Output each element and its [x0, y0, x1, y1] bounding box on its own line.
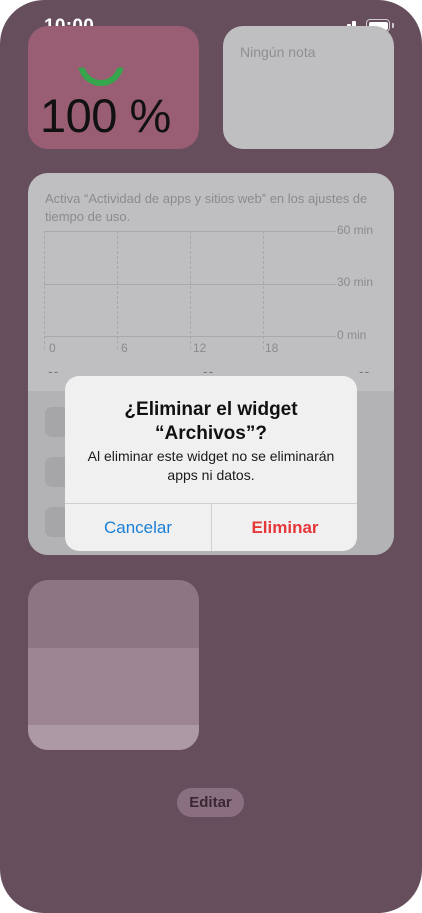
grid-line-vertical: [117, 231, 118, 349]
phone-frame: 10:00 100 % Ningún nota Activa “Activida…: [0, 0, 422, 913]
y-axis-label: 60 min: [337, 223, 374, 237]
delete-button[interactable]: Eliminar: [212, 504, 357, 551]
widget-band: [28, 725, 199, 750]
files-widget[interactable]: [28, 580, 199, 750]
y-axis-label: 30 min: [337, 275, 374, 289]
placeholder-value: --: [48, 363, 60, 379]
widget-band: [28, 648, 199, 725]
home-screen: 10:00 100 % Ningún nota Activa “Activida…: [0, 0, 422, 913]
alert-title: ¿Eliminar el widget “Archivos”?: [124, 399, 298, 444]
y-axis-label: 0 min: [337, 328, 367, 342]
battery-percent: 100 %: [40, 89, 171, 142]
grid-line-vertical: [44, 231, 45, 349]
edit-button[interactable]: Editar: [177, 788, 244, 817]
note-widget[interactable]: Ningún nota: [223, 26, 394, 149]
battery-widget[interactable]: 100 %: [28, 26, 199, 149]
screen-time-chart: 60 min 30 min 0 min 0 6 12 18: [44, 223, 390, 356]
note-text: Ningún nota: [240, 44, 316, 60]
alert-message: Al eliminar este widget no se eliminarán…: [87, 448, 335, 483]
grid-line-vertical: [190, 231, 191, 349]
cancel-button[interactable]: Cancelar: [65, 504, 211, 551]
x-axis-label: 6: [121, 341, 128, 355]
delete-widget-alert: ¿Eliminar el widget “Archivos”? Al elimi…: [65, 376, 357, 551]
grid-line-vertical: [263, 231, 264, 349]
screen-time-message: Activa “Actividad de apps y sitios web” …: [45, 191, 368, 224]
x-axis-label: 12: [193, 341, 207, 355]
battery-tip: [392, 23, 394, 28]
x-axis-label: 18: [265, 341, 279, 355]
battery-ring-icon: [78, 67, 124, 86]
x-axis-label: 0: [49, 341, 56, 355]
placeholder-value: --: [359, 363, 371, 379]
